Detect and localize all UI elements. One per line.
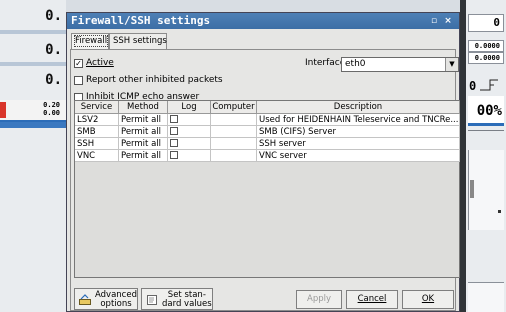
advanced-options-icon — [79, 294, 91, 305]
ok-button[interactable]: OK — [402, 290, 454, 309]
status-indicator — [0, 102, 6, 118]
tab-firewall[interactable]: Firewall — [71, 33, 109, 50]
description-cell: SSH server — [257, 138, 460, 150]
service-cell: SMB — [75, 126, 119, 138]
service-cell: VNC — [75, 150, 119, 162]
axis-value: 0. — [45, 8, 62, 24]
tab-ssh-settings[interactable]: SSH settings — [109, 33, 167, 49]
report-checkbox[interactable] — [74, 76, 83, 85]
column-header-log[interactable]: Log — [168, 101, 211, 114]
table-row[interactable]: SMB Permit all SMB (CIFS) Server — [75, 126, 460, 138]
column-header-method[interactable]: Method — [119, 101, 168, 114]
cancel-button[interactable]: Cancel — [346, 290, 398, 309]
title-bar[interactable]: Firewall/SSH settings ▫ × — [67, 13, 459, 29]
log-checkbox[interactable] — [170, 139, 178, 147]
set-standard-values-label: Set stan-dard values — [162, 290, 212, 309]
column-header-computer[interactable]: Computer — [211, 101, 257, 114]
axis-value: 0. — [45, 42, 62, 58]
firewall-dialog: Firewall/SSH settings ▫ × Firewall SSH s… — [66, 12, 460, 312]
advanced-options-label: Advanced options — [95, 290, 137, 309]
active-label: Active — [86, 58, 114, 68]
log-checkbox[interactable] — [170, 151, 178, 159]
set-standard-values-button[interactable]: Set stan-dard values — [141, 288, 213, 310]
tab-ssh-label: SSH settings — [113, 36, 167, 46]
description-cell: SMB (CIFS) Server — [257, 126, 460, 138]
log-cell — [168, 114, 211, 126]
advanced-options-button[interactable]: Advanced options — [74, 288, 138, 310]
divider — [468, 130, 504, 131]
chevron-down-icon[interactable]: ▼ — [445, 58, 458, 71]
computer-cell[interactable] — [211, 114, 257, 126]
firewall-panel: ✓ Active Interface eth0 ▼ Report other i… — [70, 49, 460, 311]
log-checkbox[interactable] — [170, 127, 178, 135]
column-header-service[interactable]: Service — [75, 101, 119, 114]
background-right-panel: 0 0.0000 0.0000 0 00% — [460, 0, 506, 312]
divider — [0, 62, 66, 66]
tab-firewall-label: Firewall — [73, 35, 109, 47]
tool-icon: 0 — [468, 76, 504, 94]
table-row[interactable]: SSH Permit all SSH server — [75, 138, 460, 150]
axis-value: 0 — [468, 14, 504, 32]
document-icon — [147, 295, 157, 305]
method-cell[interactable]: Permit all — [119, 126, 168, 138]
table-row[interactable]: LSV2 Permit all Used for HEIDENHAIN Tele… — [75, 114, 460, 126]
description-cell: Used for HEIDENHAIN Teleservice and TNCR… — [257, 114, 460, 126]
axis-value: 0.0000 — [468, 40, 504, 52]
side-panel-bottom — [468, 282, 504, 312]
service-cell: SSH — [75, 138, 119, 150]
service-cell: LSV2 — [75, 114, 119, 126]
method-cell[interactable]: Permit all — [119, 150, 168, 162]
accent-bar — [0, 122, 66, 128]
column-header-description[interactable]: Description — [257, 101, 460, 114]
computer-cell[interactable] — [211, 126, 257, 138]
table-header: Service Method Log Computer Description — [75, 101, 460, 114]
method-cell[interactable]: Permit all — [119, 114, 168, 126]
log-cell — [168, 138, 211, 150]
dot-marker — [498, 210, 501, 213]
interface-label: Interface — [305, 58, 346, 68]
table-row[interactable]: VNC Permit all VNC server — [75, 150, 460, 162]
close-icon[interactable]: × — [443, 16, 453, 26]
dark-divider — [460, 0, 466, 312]
minimize-icon[interactable]: ▫ — [429, 16, 439, 26]
axis-value: 0.0000 — [468, 52, 504, 64]
interface-select[interactable]: eth0 ▼ — [341, 57, 459, 72]
scroll-indicator — [470, 180, 474, 198]
apply-button[interactable]: Apply — [296, 290, 342, 309]
divider — [0, 30, 66, 34]
log-checkbox[interactable] — [170, 115, 178, 123]
computer-cell[interactable] — [211, 150, 257, 162]
dialog-title: Firewall/SSH settings — [71, 14, 211, 27]
method-cell[interactable]: Permit all — [119, 138, 168, 150]
feed-value: 0.00 — [43, 109, 60, 117]
services-table: Service Method Log Computer Description … — [74, 100, 460, 278]
axis-value: 0. — [45, 72, 62, 88]
description-cell: VNC server — [257, 150, 460, 162]
log-cell — [168, 126, 211, 138]
interface-value: eth0 — [345, 59, 366, 69]
background-left-panel: 0. 0. 0. 0.20 0.00 — [0, 0, 66, 312]
active-checkbox[interactable]: ✓ — [74, 59, 83, 68]
feed-display: 0.20 0.00 — [0, 100, 66, 122]
override-percent: 00% — [468, 96, 504, 126]
log-cell — [168, 150, 211, 162]
feed-value: 0.20 — [43, 101, 60, 109]
svg-text:0: 0 — [469, 79, 476, 93]
report-label: Report other inhibited packets — [86, 75, 223, 85]
computer-cell[interactable] — [211, 138, 257, 150]
